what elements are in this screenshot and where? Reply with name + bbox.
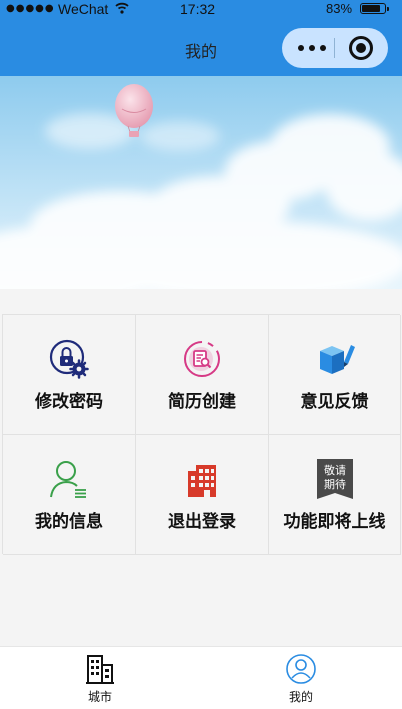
menu-grid: 修改密码 简历创建 意见反馈 我的信息 退出登录 敬请 期待 功能即将上线 xyxy=(2,314,401,555)
sky-banner-image xyxy=(0,76,402,289)
status-bar: ●●●●● WeChat 17:32 83% xyxy=(0,0,402,18)
coming-soon-icon: 敬请 期待 xyxy=(316,459,353,499)
lock-gear-icon xyxy=(49,339,89,379)
change-password-button[interactable]: 修改密码 xyxy=(3,315,136,435)
profile-icon xyxy=(286,654,316,684)
battery-percent: 83% xyxy=(326,1,353,16)
clock: 17:32 xyxy=(180,1,216,17)
close-mini-program-button[interactable] xyxy=(344,34,378,62)
logout-button[interactable]: 退出登录 xyxy=(136,435,269,555)
create-resume-button[interactable]: 简历创建 xyxy=(136,315,269,435)
signal-strength: ●●●●● xyxy=(6,3,55,14)
create-resume-label: 简历创建 xyxy=(168,392,236,412)
battery-icon xyxy=(360,3,389,14)
capsule-divider xyxy=(334,38,335,58)
wifi-icon xyxy=(115,2,129,14)
resume-search-icon xyxy=(184,341,220,377)
coming-soon-badge-line1: 敬请 xyxy=(324,464,346,477)
coming-soon-label: 功能即将上线 xyxy=(283,512,386,532)
user-list-icon xyxy=(50,461,86,498)
logout-label: 退出登录 xyxy=(168,512,236,532)
change-password-label: 修改密码 xyxy=(35,392,103,412)
tab-mine[interactable]: 我的 xyxy=(241,647,361,709)
building-exit-icon xyxy=(188,465,216,497)
bottom-tab-bar: 城市 我的 xyxy=(0,646,402,709)
more-menu-button[interactable] xyxy=(294,28,334,68)
tab-city-label: 城市 xyxy=(87,690,112,704)
feedback-label: 意见反馈 xyxy=(300,392,369,412)
tab-mine-label: 我的 xyxy=(288,690,313,704)
building-icon xyxy=(86,655,114,684)
mini-program-capsule xyxy=(282,28,388,68)
feedback-button[interactable]: 意见反馈 xyxy=(269,315,401,435)
tab-city[interactable]: 城市 xyxy=(40,647,160,709)
my-info-button[interactable]: 我的信息 xyxy=(3,435,136,555)
coming-soon-badge-line2: 期待 xyxy=(324,477,346,491)
carrier-name: WeChat xyxy=(58,1,109,17)
my-info-label: 我的信息 xyxy=(35,512,103,532)
top-header: ●●●●● WeChat 17:32 83% 我的 xyxy=(0,0,402,76)
coming-soon-button[interactable]: 敬请 期待 功能即将上线 xyxy=(269,435,401,555)
box-pencil-icon xyxy=(319,345,355,374)
